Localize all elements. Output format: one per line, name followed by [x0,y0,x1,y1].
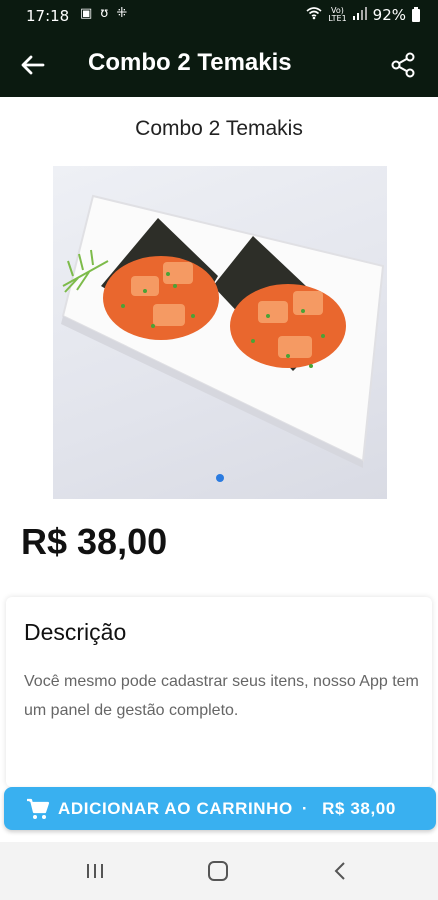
back-arrow-icon[interactable] [18,50,48,80]
battery-icon [412,6,420,22]
add-to-cart-button[interactable]: ADICIONAR AO CARRINHO · R$ 38,00 [4,787,436,830]
notification-icons: ▣ ʊ ⁜ [80,6,127,21]
add-to-cart-label: ADICIONAR AO CARRINHO [58,798,293,818]
product-name: Combo 2 Temakis [135,117,303,140]
recents-icon[interactable] [81,857,109,885]
battery-percent: 92% [372,6,406,24]
system-nav-bar [0,842,438,900]
home-icon[interactable] [204,857,232,885]
app-notification-icon: ʊ [100,6,109,21]
signal-icon [352,6,367,24]
wifi-icon [306,6,322,24]
network-type-label: Vo) LTE1 [328,6,347,23]
description-card: Descrição Você mesmo pode cadastrar seus… [6,597,432,787]
image-pager-dot[interactable] [216,474,224,482]
app-bar-title: Combo 2 Temakis [88,49,292,76]
app-bar: Combo 2 Temakis [0,32,438,97]
product-image[interactable] [53,166,387,499]
image-notification-icon: ▣ [80,6,93,21]
button-separator: · [301,798,309,818]
status-bar: 17:18 ▣ ʊ ⁜ Vo) LTE1 92% [0,0,438,32]
grid-notification-icon: ⁜ [116,6,128,21]
description-text: Você mesmo pode cadastrar seus itens, no… [24,673,419,719]
status-time: 17:18 [26,7,70,25]
cart-icon [26,797,50,821]
product-price: R$ 38,00 [21,521,168,562]
back-nav-icon[interactable] [327,857,355,885]
button-price: R$ 38,00 [322,798,396,818]
share-icon[interactable] [388,50,418,80]
description-heading: Descrição [24,619,127,645]
status-right: Vo) LTE1 92% [306,6,420,24]
